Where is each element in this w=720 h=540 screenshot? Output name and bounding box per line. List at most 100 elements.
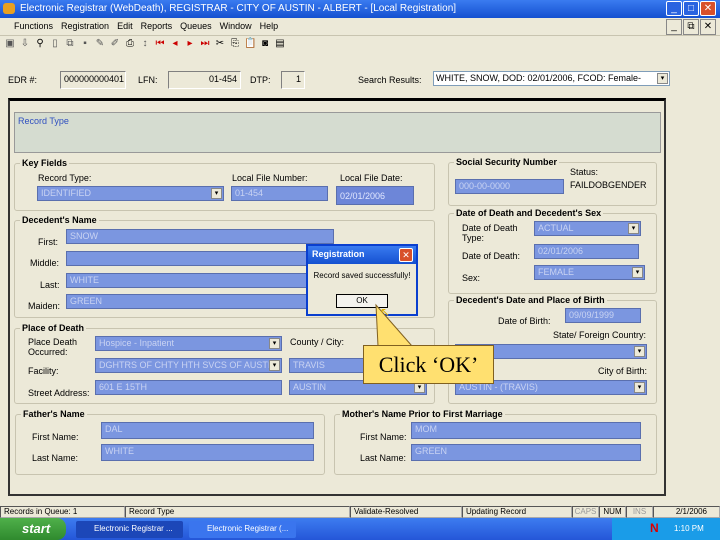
record-type-value: IDENTIFIED (41, 188, 92, 198)
dtp-value: 1 (281, 71, 305, 89)
menu-bar: Functions Registration Edit Reports Queues Wi… (0, 18, 720, 36)
death-type-label: Date of Death Type: (462, 223, 518, 243)
help-icon[interactable]: ◙ (259, 38, 271, 56)
chevron-down-icon: ▾ (657, 73, 668, 84)
search-results-label: Search Results: (358, 75, 422, 85)
copy-icon[interactable]: ⧉ (64, 38, 76, 56)
menu-functions[interactable]: Functions (14, 21, 53, 31)
chevron-down-icon: ▾ (211, 188, 222, 199)
document-icon[interactable]: ▯ (49, 38, 61, 56)
menu-queues[interactable]: Queues (180, 21, 212, 31)
first-name-field[interactable]: SNOW (66, 229, 334, 244)
date-of-birth-field[interactable]: 09/09/1999 (565, 308, 641, 323)
record-type-select[interactable]: IDENTIFIED ▾ (37, 186, 224, 201)
cut-icon[interactable]: ✂ (214, 38, 226, 56)
county-field[interactable]: TRAVIS (289, 358, 369, 373)
child-minimize-button[interactable]: _ (666, 19, 682, 35)
menu-edit[interactable]: Edit (117, 21, 133, 31)
death-type-value: ACTUAL (538, 223, 574, 233)
start-button[interactable]: start (0, 518, 66, 540)
taskbar-item-1[interactable]: Electronic Registrar ... (76, 521, 183, 538)
copy-icon[interactable]: ⎘ (229, 38, 241, 56)
place-occurred-label: Place Death Occurred: (28, 337, 78, 357)
paste-icon[interactable]: 📋 (244, 38, 256, 56)
place-occurred-select[interactable]: Hospice - Inpatient ▾ (95, 336, 282, 351)
place-occurred-value: Hospice - Inpatient (99, 338, 175, 348)
child-restore-button[interactable]: ⧉ (683, 19, 699, 35)
search-results-select[interactable]: WHITE, SNOW, DOD: 02/01/2006, FCOD: Fema… (433, 71, 670, 86)
father-last-field[interactable]: WHITE (101, 444, 314, 461)
child-close-button[interactable]: ✕ (700, 19, 716, 35)
first-icon[interactable]: ⏮ (154, 38, 166, 56)
prev-icon[interactable]: ◂ (169, 38, 181, 56)
city-of-birth-label: City of Birth: (598, 366, 648, 376)
clock: 1:10 PM (674, 524, 704, 533)
sex-label: Sex: (462, 273, 481, 283)
status-caps: CAPS (572, 506, 599, 518)
find-icon[interactable]: ⚲ (34, 38, 46, 56)
street-address-field[interactable]: 601 E 15TH (95, 380, 282, 395)
save-icon[interactable]: ▪ (79, 38, 91, 56)
status-label: Status: (570, 167, 599, 177)
middle-name-field[interactable] (66, 251, 334, 266)
mother-name-title: Mother's Name Prior to First Marriage (340, 409, 505, 419)
maximize-button[interactable]: □ (683, 1, 699, 16)
edr-value: 000000000401 (60, 71, 126, 89)
menu-window[interactable]: Window (220, 21, 252, 31)
decedent-name-title: Decedent's Name (20, 215, 99, 225)
taskbar-item-2-label: Electronic Registrar (... (207, 524, 289, 533)
last-name-label: Last: (40, 280, 60, 290)
record-type-label: Record Type: (38, 173, 92, 183)
maiden-name-field[interactable]: GREEN (66, 294, 334, 309)
dialog-close-button[interactable]: ✕ (399, 248, 413, 262)
mother-first-field[interactable]: MOM (411, 422, 641, 439)
date-of-death-label: Date of Death: (462, 251, 521, 261)
instruction-callout: Click ‘OK’ (363, 345, 494, 384)
exit-icon[interactable]: ⇩ (19, 38, 31, 56)
chevron-down-icon: ▾ (632, 267, 643, 278)
date-of-birth-label: Date of Birth: (498, 316, 551, 326)
mother-last-field[interactable]: GREEN (411, 444, 641, 461)
menu-registration[interactable]: Registration (61, 21, 109, 31)
edit-icon[interactable]: ✐ (109, 38, 121, 56)
sex-select[interactable]: FEMALE ▾ (534, 265, 645, 280)
print-icon[interactable]: ⎙ (124, 38, 136, 56)
father-first-field[interactable]: DAL (101, 422, 314, 439)
refresh-icon[interactable]: ↕ (139, 38, 151, 56)
last-icon[interactable]: ⏭ (199, 38, 211, 56)
death-type-select[interactable]: ACTUAL ▾ (534, 221, 641, 236)
local-file-number-field[interactable]: 01-454 (231, 186, 328, 201)
chevron-down-icon: ▾ (628, 223, 639, 234)
status-bar: Records in Queue: 1 Record Type Validate… (0, 506, 720, 518)
chevron-down-icon: ▾ (634, 346, 645, 357)
info-icon[interactable]: ▤ (274, 38, 286, 56)
facility-select[interactable]: DGHTRS OF CHTY HTH SVCS OF AUSTI ▾ (95, 358, 282, 373)
status-num: NUM (599, 506, 626, 518)
local-file-date-field[interactable]: 02/01/2006 (336, 186, 414, 205)
dtp-label: DTP: (250, 75, 271, 85)
minimize-button[interactable]: _ (666, 1, 682, 16)
date-of-death-field[interactable]: 02/01/2006 (534, 244, 639, 259)
date-of-death-title: Date of Death and Decedent's Sex (454, 208, 604, 218)
ssn-field[interactable]: 000-00-0000 (455, 179, 564, 194)
record-type-panel-label: Record Type (18, 116, 69, 126)
antivirus-icon[interactable]: N (650, 521, 659, 535)
taskbar-item-2[interactable]: Electronic Registrar (... (189, 521, 296, 538)
dialog-title: Registration (312, 249, 365, 259)
last-name-field[interactable]: WHITE (66, 273, 334, 288)
close-button[interactable]: ✕ (700, 1, 716, 16)
birth-country-label: State/ Foreign Country: (553, 330, 647, 340)
chevron-down-icon: ▾ (634, 382, 645, 393)
first-name-label: First: (38, 237, 58, 247)
new-icon[interactable]: ▣ (4, 38, 16, 56)
father-name-title: Father's Name (21, 409, 87, 419)
facility-label: Facility: (28, 366, 59, 376)
chevron-down-icon: ▾ (269, 360, 280, 371)
next-icon[interactable]: ▸ (184, 38, 196, 56)
mother-first-label: First Name: (360, 432, 407, 442)
system-tray: 1:10 PM N (612, 518, 720, 540)
menu-reports[interactable]: Reports (141, 21, 173, 31)
menu-help[interactable]: Help (260, 21, 279, 31)
sign-icon[interactable]: ✎ (94, 38, 106, 56)
local-file-date-label: Local File Date: (340, 173, 403, 183)
